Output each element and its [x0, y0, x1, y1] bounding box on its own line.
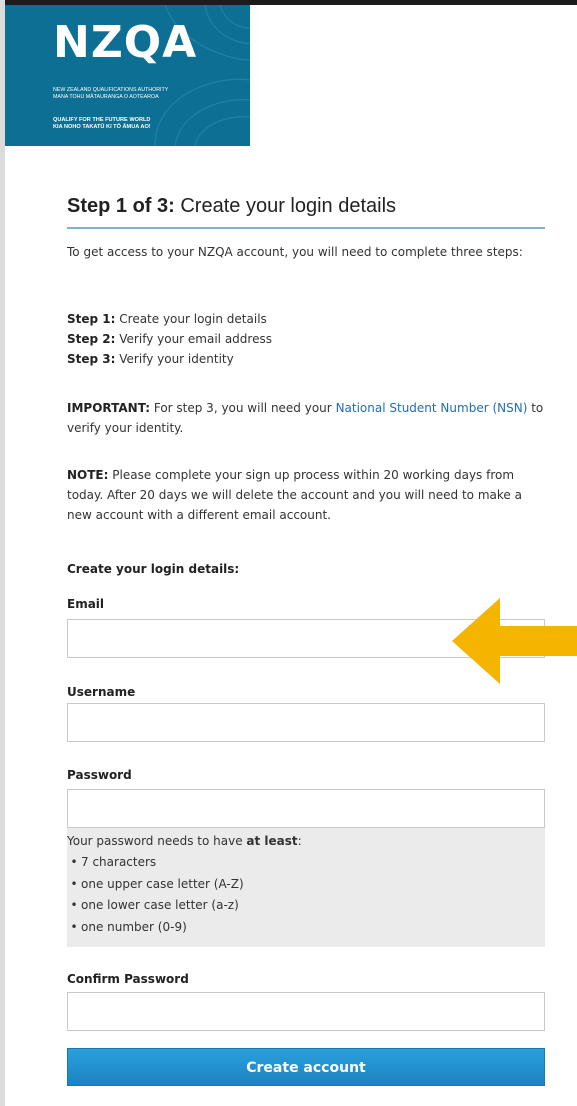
- password-label: Password: [67, 768, 132, 782]
- password-rule: • one upper case letter (A-Z): [67, 874, 243, 896]
- password-requirements: Your password needs to have at least: • 7…: [67, 828, 545, 947]
- password-rule: • 7 characters: [67, 852, 244, 874]
- create-account-button[interactable]: Create account: [67, 1048, 545, 1086]
- steps-list: Step 1: Create your login details Step 2…: [67, 309, 545, 369]
- form-heading: Create your login details:: [67, 562, 240, 576]
- intro-paragraph: To get access to your NZQA account, you …: [67, 245, 523, 259]
- nzqa-logo: NZQA: [53, 21, 197, 65]
- slogan-english: QUALIFY FOR THE FUTURE WORLD: [53, 117, 151, 123]
- title-divider: [67, 227, 545, 229]
- org-name-maori: MANA TOHU MĀTAURANGA O AOTEAROA: [53, 94, 159, 100]
- note-notice: NOTE: Please complete your sign up proce…: [67, 468, 522, 522]
- password-rules-intro: Your password needs to have at least:: [67, 834, 302, 848]
- bullet-icon: •: [70, 919, 78, 934]
- step-indicator: Step 1 of 3:: [67, 195, 175, 217]
- password-rule: • one number (0-9): [67, 917, 244, 939]
- note-label: NOTE:: [67, 468, 109, 482]
- email-label: Email: [67, 597, 105, 611]
- logo-text: NZQA: [53, 17, 198, 68]
- password-rules-list: • 7 characters • one upper case letter (A-…: [67, 852, 244, 939]
- nzqa-header-banner: NZQA NEW ZEALAND QUALIFICATIONS AUTHORIT…: [5, 5, 250, 146]
- important-notice: IMPORTANT: For step 3, you will need you…: [67, 401, 544, 435]
- slogan-maori: KIA NOHO TAKATŪ KI TŌ ĀMUA AO!: [53, 124, 151, 130]
- bullet-icon: •: [70, 898, 78, 912]
- bullet-icon: •: [70, 876, 78, 891]
- step-item-3: Step 3: Verify your identity: [67, 352, 234, 366]
- username-field[interactable]: [67, 703, 545, 742]
- password-field[interactable]: [67, 789, 545, 828]
- page-title: Step 1 of 3: Create your login details: [67, 195, 396, 218]
- window-left-border: [0, 0, 5, 1106]
- username-label: Username: [67, 685, 136, 699]
- important-label: IMPORTANT:: [67, 401, 151, 415]
- step-item-2: Step 2: Verify your email address: [67, 332, 272, 346]
- nsn-link[interactable]: National Student Number (NSN): [336, 401, 528, 415]
- password-rule: • one lower case letter (a-z): [67, 895, 244, 917]
- confirm-password-field[interactable]: [67, 992, 545, 1031]
- step-item-1: Step 1: Create your login details: [67, 312, 267, 326]
- title-text: Create your login details: [180, 195, 397, 217]
- confirm-password-label: Confirm Password: [67, 972, 189, 986]
- bullet-icon: •: [70, 855, 78, 869]
- arrow-left-icon: [452, 598, 577, 684]
- org-name-english: NEW ZEALAND QUALIFICATIONS AUTHORITY: [53, 87, 169, 93]
